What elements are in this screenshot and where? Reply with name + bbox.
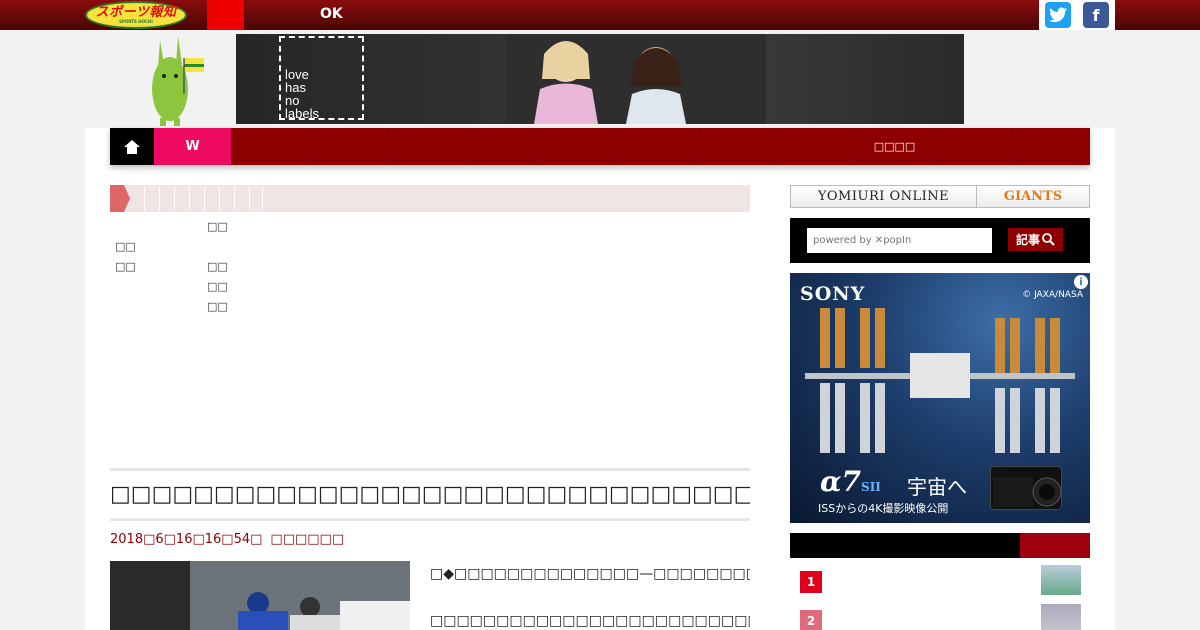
search-icon (1042, 233, 1055, 246)
breadcrumb-segment[interactable] (189, 187, 203, 210)
home-icon (124, 139, 140, 154)
red-menu-block[interactable] (207, 0, 244, 31)
ad-subline: ISSからの4K撮影映像公開 (818, 502, 949, 515)
banner-tagline: love has no labels (285, 67, 319, 121)
nav-item-10[interactable] (934, 128, 1012, 165)
search-input[interactable] (807, 228, 992, 253)
breadcrumb-segment[interactable] (234, 187, 248, 210)
site-logo[interactable]: スポーツ報知 SPORTS HOCHI (85, 1, 187, 29)
ranking-header (790, 533, 1090, 558)
logo-subtext: SPORTS HOCHI (119, 19, 153, 24)
breadcrumb-segment[interactable] (144, 187, 158, 210)
twitter-bird-icon (1049, 7, 1067, 23)
nav-home[interactable] (110, 128, 154, 165)
twitter-icon[interactable] (1045, 2, 1071, 28)
breadcrumb-segment[interactable] (159, 187, 173, 210)
sublist-link[interactable]: □□ (207, 297, 228, 317)
rank-thumbnail-2[interactable] (1041, 604, 1081, 630)
baseball-photo (110, 561, 410, 630)
nav-item-w[interactable]: W (154, 128, 232, 165)
search-button[interactable]: 記事 (1008, 228, 1063, 251)
sublist-link[interactable] (207, 237, 228, 257)
breadcrumb-segment[interactable] (249, 187, 263, 210)
article-body-line-1: □◆□□□□□□□□□□□□□□—□□□□□□□□□□□□□□□□□□□ (430, 566, 750, 582)
article-source: □□□□□□ (270, 532, 345, 547)
ad-tagline: 宇宙へ (907, 475, 967, 499)
article-headline: □□□□□□□□□□□□□□□□□□□□□□□□□□□□□□□□□□□□□□□ (110, 482, 750, 507)
sublist-link[interactable]: □□ (115, 257, 136, 277)
nav-item-3[interactable] (388, 128, 466, 165)
nav-item-2[interactable] (310, 128, 388, 165)
sony-ad[interactable]: i SONY © JAXA/NASA α7SII 宇宙へ ISSからの4K撮影映… (790, 273, 1090, 523)
ad-info-icon[interactable]: i (1074, 275, 1088, 289)
giants-link[interactable]: GIANTS (977, 186, 1089, 207)
sublist-col-2: □□ □□ □□ □□ (207, 217, 228, 317)
search-button-label: 記事 (1015, 233, 1040, 247)
banner-children-photo (506, 34, 766, 124)
nav-item-9[interactable]: □□□□ (856, 128, 934, 165)
sublist-link[interactable] (115, 217, 136, 237)
ad-model: α7SII (820, 465, 881, 498)
breadcrumb-arrow-icon (110, 185, 130, 212)
nav-item-6[interactable] (622, 128, 700, 165)
nav-item-5[interactable] (544, 128, 622, 165)
facebook-icon[interactable]: f (1083, 2, 1109, 28)
article-photo[interactable] (110, 561, 410, 630)
sublist-link[interactable]: □□ (207, 217, 228, 237)
main-nav: W □□□□ (110, 128, 1090, 165)
rank-number-2: 2 (800, 610, 822, 630)
sublist-link[interactable]: □□ (207, 277, 228, 297)
camera-icon (993, 477, 1062, 507)
logo-text: スポーツ報知 (95, 5, 177, 20)
breadcrumb-segment[interactable] (219, 187, 233, 210)
nav-item-1[interactable] (232, 128, 310, 165)
social-links: f (1039, 0, 1115, 30)
nav-item-8[interactable] (778, 128, 856, 165)
ad-model-name: α7 (820, 465, 862, 498)
headline-rule-top (110, 468, 750, 471)
article-date: 2018□6□16□16□54□ (110, 532, 263, 547)
camera-image (990, 466, 1062, 510)
ranking-header-accent (1020, 533, 1090, 558)
breadcrumb-segment[interactable] (174, 187, 188, 210)
search-box: 記事 (790, 218, 1090, 263)
article-dateline: 2018□6□16□16□54□ □□□□□□ (110, 532, 344, 547)
sublist-link[interactable]: □□ (207, 257, 228, 277)
rank-thumbnail-1[interactable] (1041, 565, 1081, 595)
banner-ad[interactable]: love has no labels (236, 34, 964, 124)
nav-item-11[interactable] (1012, 128, 1090, 165)
article-body-line-2: □□□□□□□□□□□□□□□□□□□□□□□□□□□□□□□ (430, 613, 750, 629)
headline-rule-bottom (110, 518, 750, 521)
breadcrumb-segment[interactable] (204, 187, 218, 210)
nav-item-4[interactable] (466, 128, 544, 165)
sublist-col-1: □□ □□ (115, 217, 136, 277)
space-station-image (805, 308, 1075, 453)
ad-model-suffix: SII (861, 480, 881, 494)
mascot-illustration (152, 36, 204, 126)
sublist-link[interactable]: □□ (115, 237, 136, 257)
ok-label: OK (320, 6, 343, 22)
yomiuri-links: YOMIURI ONLINE GIANTS (790, 185, 1090, 208)
rank-number-1: 1 (800, 571, 822, 593)
banner-logo-box: love has no labels (279, 36, 364, 120)
facebook-glyph: f (1092, 5, 1100, 25)
breadcrumb (110, 185, 750, 212)
nav-item-7[interactable] (700, 128, 778, 165)
top-bar: スポーツ報知 SPORTS HOCHI OK f (0, 0, 1200, 31)
yomiuri-online-link[interactable]: YOMIURI ONLINE (791, 186, 977, 207)
